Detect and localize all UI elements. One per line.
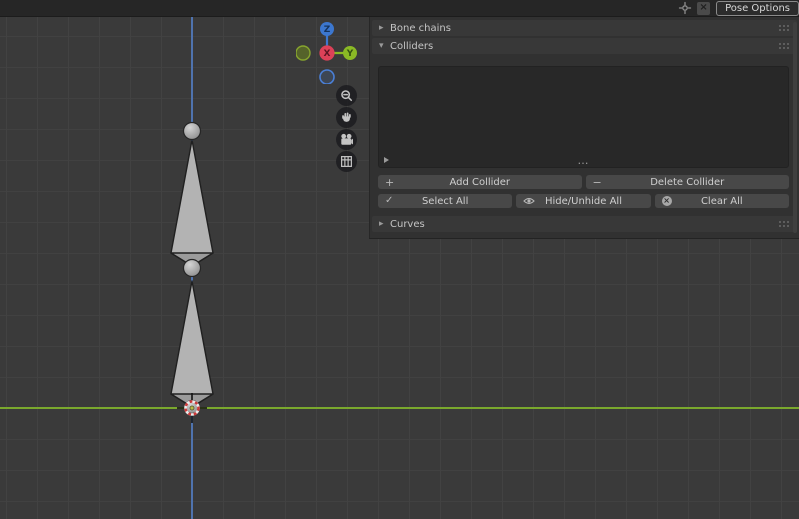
panel-header-curves[interactable]: ▸ Curves [372, 216, 797, 232]
bone-joint-top[interactable] [182, 121, 202, 141]
close-panel-button[interactable]: × [697, 1, 711, 15]
gizmos-toggle-icon[interactable] [678, 1, 692, 15]
tab-label: Pose Options [725, 2, 790, 14]
perspective-toggle-button[interactable] [336, 151, 357, 172]
list-resize-grip[interactable]: … [578, 155, 590, 166]
clear-all-button[interactable]: × Clear All [654, 194, 789, 208]
grip-dots-icon[interactable] [779, 221, 790, 227]
select-all-button[interactable]: ✓ Select All [378, 194, 513, 208]
clear-circle-icon: × [661, 196, 672, 206]
clear-all-label: Clear All [700, 195, 743, 207]
eye-icon [523, 194, 536, 208]
viewport-tool-column [336, 85, 357, 172]
panel-header-label: Colliders [390, 40, 434, 52]
gizmo-axis-z-negative[interactable] [319, 69, 335, 84]
delete-collider-label: Delete Collider [650, 176, 725, 188]
panel-header-label: Curves [390, 218, 425, 230]
gizmo-axis-x-center[interactable]: X [319, 45, 335, 61]
gizmo-axis-z-positive[interactable]: Z [320, 22, 334, 36]
plus-icon: + [385, 175, 395, 189]
chevron-right-icon: ▸ [379, 219, 384, 229]
gizmo-axis-y-negative[interactable] [296, 45, 311, 61]
bone-upper[interactable] [170, 139, 214, 267]
zoom-tool-button[interactable] [336, 85, 357, 106]
panel-header-bone-chains[interactable]: ▸ Bone chains [372, 20, 797, 36]
panel-header-colliders[interactable]: ▾ Colliders [372, 38, 797, 54]
hand-icon [342, 112, 351, 122]
app-window: Z Y X ▸ Bone chains ▾ Colliders … + Add … [0, 0, 799, 519]
add-collider-button[interactable]: + Add Collider [378, 175, 582, 189]
pose-options-panel: ▸ Bone chains ▾ Colliders … + Add Collid… [369, 17, 799, 239]
collider-add-delete-row: + Add Collider − Delete Collider [378, 175, 789, 189]
panel-scrollbar[interactable] [793, 22, 797, 233]
chevron-down-icon: ▾ [379, 41, 384, 51]
pan-tool-button[interactable] [336, 107, 357, 128]
grid-icon [341, 156, 352, 167]
navigation-gizmo[interactable]: Z Y X [296, 22, 358, 84]
gizmo-axis-y-positive[interactable]: Y [343, 46, 357, 60]
minus-icon: − [592, 175, 602, 189]
colliders-section-body: … + Add Collider − Delete Collider ✓ Sel… [370, 56, 799, 208]
magnifier-icon [341, 90, 353, 102]
gizmo-x-label: X [324, 49, 331, 59]
add-collider-label: Add Collider [449, 176, 511, 188]
collider-bulk-actions-row: ✓ Select All Hide/Unhide All × Clear All [378, 194, 789, 208]
grip-dots-icon[interactable] [779, 43, 790, 49]
topbar: × Pose Options [0, 0, 799, 17]
panel-header-label: Bone chains [390, 22, 451, 34]
delete-collider-button[interactable]: − Delete Collider [585, 175, 789, 189]
gizmo-z-label: Z [324, 25, 331, 35]
tab-pose-options[interactable]: Pose Options [716, 0, 799, 16]
hide-unhide-all-label: Hide/Unhide All [544, 195, 622, 207]
filter-expand-icon[interactable] [384, 157, 389, 163]
gizmo-y-label: Y [346, 49, 354, 59]
camera-view-button[interactable] [336, 129, 357, 150]
chevron-right-icon: ▸ [379, 23, 384, 33]
select-all-label: Select All [421, 195, 469, 207]
hide-unhide-all-button[interactable]: Hide/Unhide All [516, 194, 651, 208]
collider-list[interactable]: … [378, 66, 789, 168]
bone-joint-middle[interactable] [182, 258, 202, 278]
bone-lower[interactable] [170, 280, 214, 408]
checkmark-icon: ✓ [385, 195, 394, 206]
grip-dots-icon[interactable] [779, 25, 790, 31]
close-icon: × [699, 2, 708, 13]
camera-icon [341, 133, 353, 145]
